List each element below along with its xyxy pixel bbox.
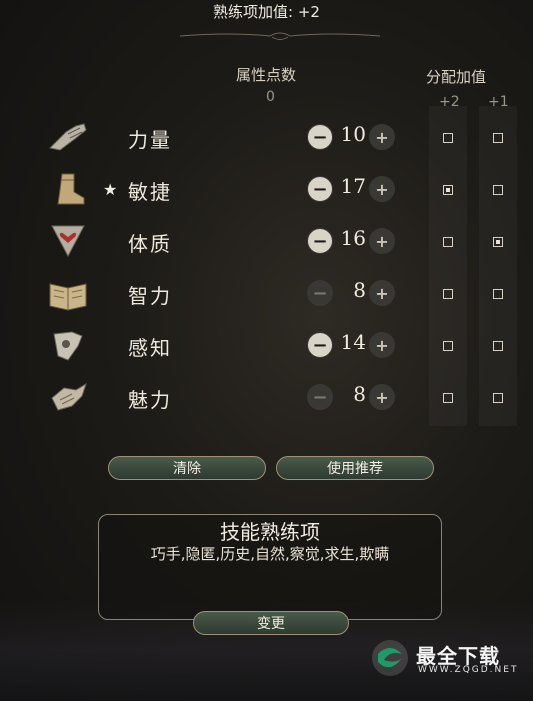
decrease-button[interactable]: − (307, 124, 333, 150)
increase-button[interactable]: + (369, 332, 395, 358)
skill-proficiency-title: 技能熟练项 (220, 520, 320, 544)
increase-button[interactable]: + (369, 228, 395, 254)
clear-button[interactable]: 清除 (108, 456, 266, 480)
plus1-checkbox[interactable] (493, 289, 503, 299)
decrease-button[interactable]: − (307, 228, 333, 254)
increase-button[interactable]: + (369, 280, 395, 306)
use-recommended-button[interactable]: 使用推荐 (276, 456, 434, 480)
ability-score: 10 (340, 122, 366, 146)
ability-row-charisma: 魅力 − 8 + (0, 372, 533, 424)
ability-name: 体质 (128, 232, 172, 256)
plus2-checkbox[interactable] (443, 133, 453, 143)
claw-icon (51, 382, 87, 411)
boot-icon (57, 173, 85, 205)
ability-score: 8 (353, 278, 366, 302)
change-skills-button[interactable]: 变更 (193, 611, 349, 635)
plus2-checkbox[interactable] (443, 341, 453, 351)
ability-row-strength: 力量 − 10 + (0, 112, 533, 164)
gauntlet-icon (48, 123, 87, 151)
plus1-checkbox[interactable] (493, 341, 503, 351)
ability-score: 14 (340, 330, 366, 354)
decrease-button[interactable]: − (307, 176, 333, 202)
plus2-checkbox[interactable] (443, 185, 453, 195)
increase-button[interactable]: + (369, 124, 395, 150)
watermark-url: WWW.ZQGD.NET (418, 665, 519, 675)
header-ornament (180, 32, 380, 40)
open-book-icon (49, 283, 87, 311)
heart-shield-icon (51, 225, 85, 258)
skill-proficiency-list: 巧手,隐匿,历史,自然,察觉,求生,欺瞒 (150, 545, 390, 563)
plus1-checkbox[interactable] (493, 393, 503, 403)
ability-score: 17 (340, 174, 366, 198)
plus1-checkbox[interactable] (493, 133, 503, 143)
ability-name: 感知 (128, 336, 172, 360)
ability-row-wisdom: 感知 − 14 + (0, 320, 533, 372)
proficiency-bonus-title: 熟练项加值: +2 (213, 3, 320, 21)
decrease-button[interactable]: − (307, 280, 333, 306)
plus1-checkbox[interactable] (493, 185, 503, 195)
ability-name: 敏捷 (128, 180, 172, 204)
ability-row-dexterity: ★ 敏捷 − 17 + (0, 164, 533, 216)
decrease-button[interactable]: − (307, 384, 333, 410)
plus1-checkbox[interactable] (493, 237, 503, 247)
ability-row-constitution: 体质 − 16 + (0, 216, 533, 268)
ability-points-label: 属性点数 (236, 66, 297, 84)
ability-score: 16 (340, 226, 366, 250)
increase-button[interactable]: + (369, 176, 395, 202)
assign-bonus-label: 分配加值 (426, 68, 487, 86)
ability-name: 魅力 (128, 388, 172, 412)
ability-score: 8 (353, 382, 366, 406)
plus2-checkbox[interactable] (443, 237, 453, 247)
ability-points-remaining: 0 (266, 89, 275, 105)
decrease-button[interactable]: − (307, 332, 333, 358)
ability-name: 智力 (128, 284, 172, 308)
hand-icon (53, 331, 83, 361)
increase-button[interactable]: + (369, 384, 395, 410)
ability-row-intelligence: 智力 − 8 + (0, 268, 533, 320)
plus2-checkbox[interactable] (443, 289, 453, 299)
ability-name: 力量 (128, 128, 172, 152)
star-icon: ★ (103, 180, 118, 199)
plus2-checkbox[interactable] (443, 393, 453, 403)
